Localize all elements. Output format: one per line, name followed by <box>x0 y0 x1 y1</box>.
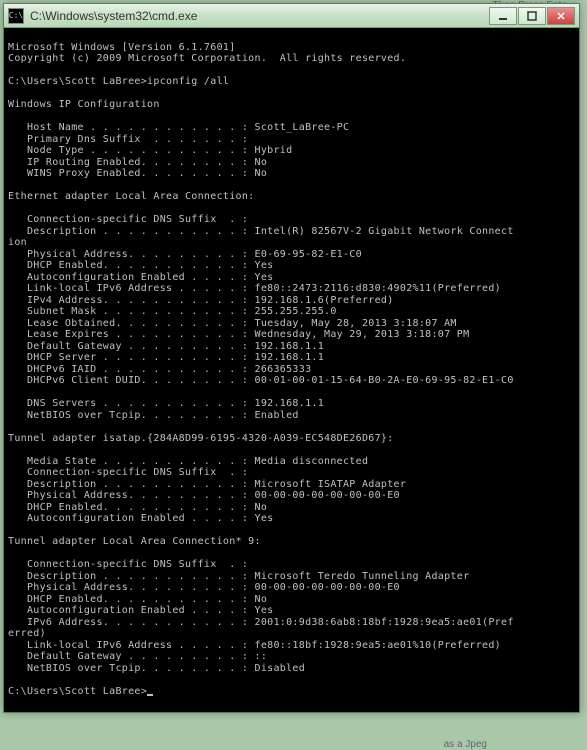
close-icon <box>556 11 566 21</box>
cursor <box>147 694 153 696</box>
cmd-window: C:\ C:\Windows\system32\cmd.exe Microsof… <box>3 3 580 713</box>
window-title: C:\Windows\system32\cmd.exe <box>30 9 489 23</box>
terminal-output[interactable]: Microsoft Windows [Version 6.1.7601] Cop… <box>4 28 579 712</box>
titlebar[interactable]: C:\ C:\Windows\system32\cmd.exe <box>4 4 579 28</box>
close-button[interactable] <box>547 7 575 25</box>
minimize-button[interactable] <box>489 7 517 25</box>
cmd-icon: C:\ <box>8 8 24 24</box>
background-hint-bottom: as a Jpeg <box>444 739 487 750</box>
window-controls <box>489 7 575 25</box>
maximize-icon <box>527 11 537 21</box>
minimize-icon <box>498 11 508 21</box>
maximize-button[interactable] <box>518 7 546 25</box>
